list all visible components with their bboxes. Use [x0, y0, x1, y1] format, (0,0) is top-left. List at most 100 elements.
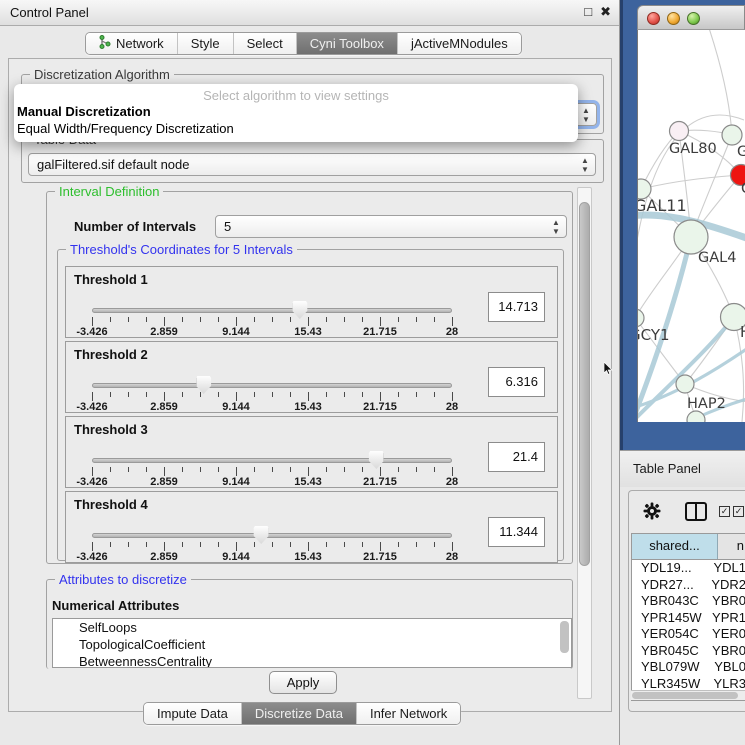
tab-impute-data[interactable]: Impute Data	[144, 703, 242, 724]
table-horizontal-scrollbar[interactable]	[631, 690, 745, 700]
network-view-window: GAL80 GA GAL11 C GAL4 GCY1 H HAP2	[637, 5, 745, 422]
threshold-1-label: Threshold 1	[74, 272, 148, 287]
tab-style[interactable]: Style	[178, 33, 234, 54]
table-row[interactable]: YER054CYER0	[632, 626, 745, 643]
node-gal80[interactable]	[670, 122, 689, 141]
numerical-attributes-list[interactable]: SelfLoops TopologicalCoefficient Between…	[52, 618, 572, 668]
threshold-1-value-field[interactable]: 14.713	[488, 292, 545, 322]
combo-arrows-icon: ▲▼	[551, 218, 561, 236]
node-label: GAL4	[698, 250, 736, 266]
table-data-group: Table Data galFiltered.sif default node …	[21, 139, 604, 183]
list-scrollbar-thumb[interactable]	[560, 621, 569, 653]
slider-track[interactable]	[92, 308, 452, 313]
list-item[interactable]: TopologicalCoefficient	[53, 636, 571, 653]
tab-discretize-data[interactable]: Discretize Data	[242, 703, 357, 724]
table-row[interactable]: YBR045CYBR0	[632, 643, 745, 660]
threshold-1-slider[interactable]	[92, 304, 452, 318]
gear-icon[interactable]	[643, 502, 661, 523]
threshold-2-label: Threshold 2	[74, 347, 148, 362]
node-gal4[interactable]	[674, 220, 708, 254]
table-row[interactable]: YBR043CYBR0	[632, 593, 745, 610]
column-header-name[interactable]: n	[718, 534, 745, 559]
zoom-traffic-light-icon[interactable]	[687, 12, 700, 25]
network-graph[interactable]: GAL80 GA GAL11 C GAL4 GCY1 H HAP2	[638, 30, 745, 422]
checked-checkbox-icon[interactable]: ✓	[733, 506, 744, 517]
dropdown-option-manual[interactable]: Manual Discretization	[14, 103, 578, 120]
tab-jactivemnodules[interactable]: jActiveMNodules	[398, 33, 521, 54]
tab-network-label: Network	[116, 36, 164, 51]
table-row[interactable]: YDR27...YDR2	[632, 577, 745, 594]
combo-arrows-icon: ▲▼	[580, 156, 590, 174]
discretization-algorithm-label: Discretization Algorithm	[30, 67, 174, 82]
column-header-shared-name[interactable]: shared...	[632, 534, 718, 559]
table-panel: ✓ ✓ shared... n YDL19...YDL1 YDR27...YDR…	[628, 490, 745, 712]
table-row[interactable]: YPR145WYPR1	[632, 610, 745, 627]
table-panel-titlebar: Table Panel	[620, 450, 745, 487]
number-of-intervals-combobox[interactable]: 5 ▲▼	[215, 215, 567, 238]
threshold-3-slider[interactable]	[92, 454, 452, 468]
right-side: GAL80 GA GAL11 C GAL4 GCY1 H HAP2 Table …	[620, 0, 745, 745]
dropdown-prompt: Select algorithm to view settings	[14, 84, 578, 103]
threshold-3-value-field[interactable]: 21.4	[488, 442, 545, 472]
scrollbar-thumb[interactable]	[579, 202, 590, 566]
threshold-3-label: Threshold 3	[74, 422, 148, 437]
node-gcy1[interactable]	[638, 309, 644, 327]
threshold-1-panel: Threshold 1 -3.426 2.859 9.144 15.43 21.…	[65, 266, 558, 338]
threshold-4-label: Threshold 4	[74, 497, 148, 512]
network-canvas[interactable]: GAL80 GA GAL11 C GAL4 GCY1 H HAP2	[637, 30, 745, 422]
network-icon	[99, 35, 111, 52]
attributes-group-label: Attributes to discretize	[55, 572, 191, 587]
threshold-2-panel: Threshold 2 -3.426 2.859 9.144 15.43 21.…	[65, 341, 558, 413]
node-ga[interactable]	[722, 125, 742, 145]
algorithm-dropdown-popup: Select algorithm to view settings Manual…	[14, 84, 578, 142]
number-of-intervals-value: 5	[224, 219, 231, 234]
list-item[interactable]: SelfLoops	[53, 619, 571, 636]
checked-checkbox-icon[interactable]: ✓	[719, 506, 730, 517]
slider-ticks	[92, 542, 452, 552]
node-label: GAL80	[669, 141, 717, 157]
minimize-traffic-light-icon[interactable]	[667, 12, 680, 25]
interval-definition-group: Interval Definition Number of Intervals …	[46, 191, 573, 564]
panel-vertical-scrollbar[interactable]	[577, 187, 592, 699]
slider-track[interactable]	[92, 458, 452, 463]
threshold-4-value-field[interactable]: 11.344	[488, 517, 545, 547]
node-label: HAP2	[687, 396, 726, 412]
scrollbar-thumb[interactable]	[632, 692, 738, 699]
close-window-icon[interactable]: ✖	[600, 4, 611, 20]
split-columns-icon[interactable]	[685, 502, 707, 521]
node-label: C	[741, 181, 745, 197]
table-data-selected: galFiltered.sif default node	[37, 157, 189, 172]
table-toolbar: ✓ ✓	[629, 491, 745, 531]
tab-select[interactable]: Select	[234, 33, 297, 54]
slider-ticks	[92, 392, 452, 402]
slider-track[interactable]	[92, 533, 452, 538]
threshold-3-panel: Threshold 3 -3.426 2.859 9.144 15.43 21.…	[65, 416, 558, 488]
table-data-combobox[interactable]: galFiltered.sif default node ▲▼	[28, 153, 596, 176]
tab-cyni-toolbox[interactable]: Cyni Toolbox	[297, 33, 398, 54]
slider-track[interactable]	[92, 383, 452, 388]
numerical-attributes-label: Numerical Attributes	[52, 598, 179, 613]
network-window-titlebar[interactable]	[637, 5, 745, 30]
window-title: Control Panel	[10, 5, 89, 20]
threshold-2-value-field[interactable]: 6.316	[488, 367, 545, 397]
interval-definition-label: Interval Definition	[55, 184, 163, 199]
float-window-icon[interactable]: □	[584, 4, 592, 20]
threshold-4-slider[interactable]	[92, 529, 452, 543]
tab-network[interactable]: Network	[86, 33, 178, 54]
apply-button[interactable]: Apply	[269, 671, 337, 694]
thresholds-group-label: Threshold's Coordinates for 5 Intervals	[66, 242, 297, 257]
table-row[interactable]: YBL079WYBL0	[632, 659, 745, 676]
node-table[interactable]: shared... n YDL19...YDL1 YDR27...YDR2 YB…	[631, 533, 745, 701]
threshold-2-slider[interactable]	[92, 379, 452, 393]
slider-ticks	[92, 317, 452, 327]
list-item[interactable]: BetweennessCentrality	[53, 653, 571, 668]
table-row[interactable]: YDL19...YDL1	[632, 560, 745, 577]
node-partial-bottom[interactable]	[687, 411, 705, 422]
close-traffic-light-icon[interactable]	[647, 12, 660, 25]
thresholds-group: Threshold's Coordinates for 5 Intervals …	[57, 249, 564, 561]
number-of-intervals-label: Number of Intervals	[74, 219, 196, 234]
slider-ticks	[92, 467, 452, 477]
node-hap2[interactable]	[676, 375, 694, 393]
tab-infer-network[interactable]: Infer Network	[357, 703, 460, 724]
dropdown-option-equal-width[interactable]: Equal Width/Frequency Discretization	[14, 120, 578, 137]
